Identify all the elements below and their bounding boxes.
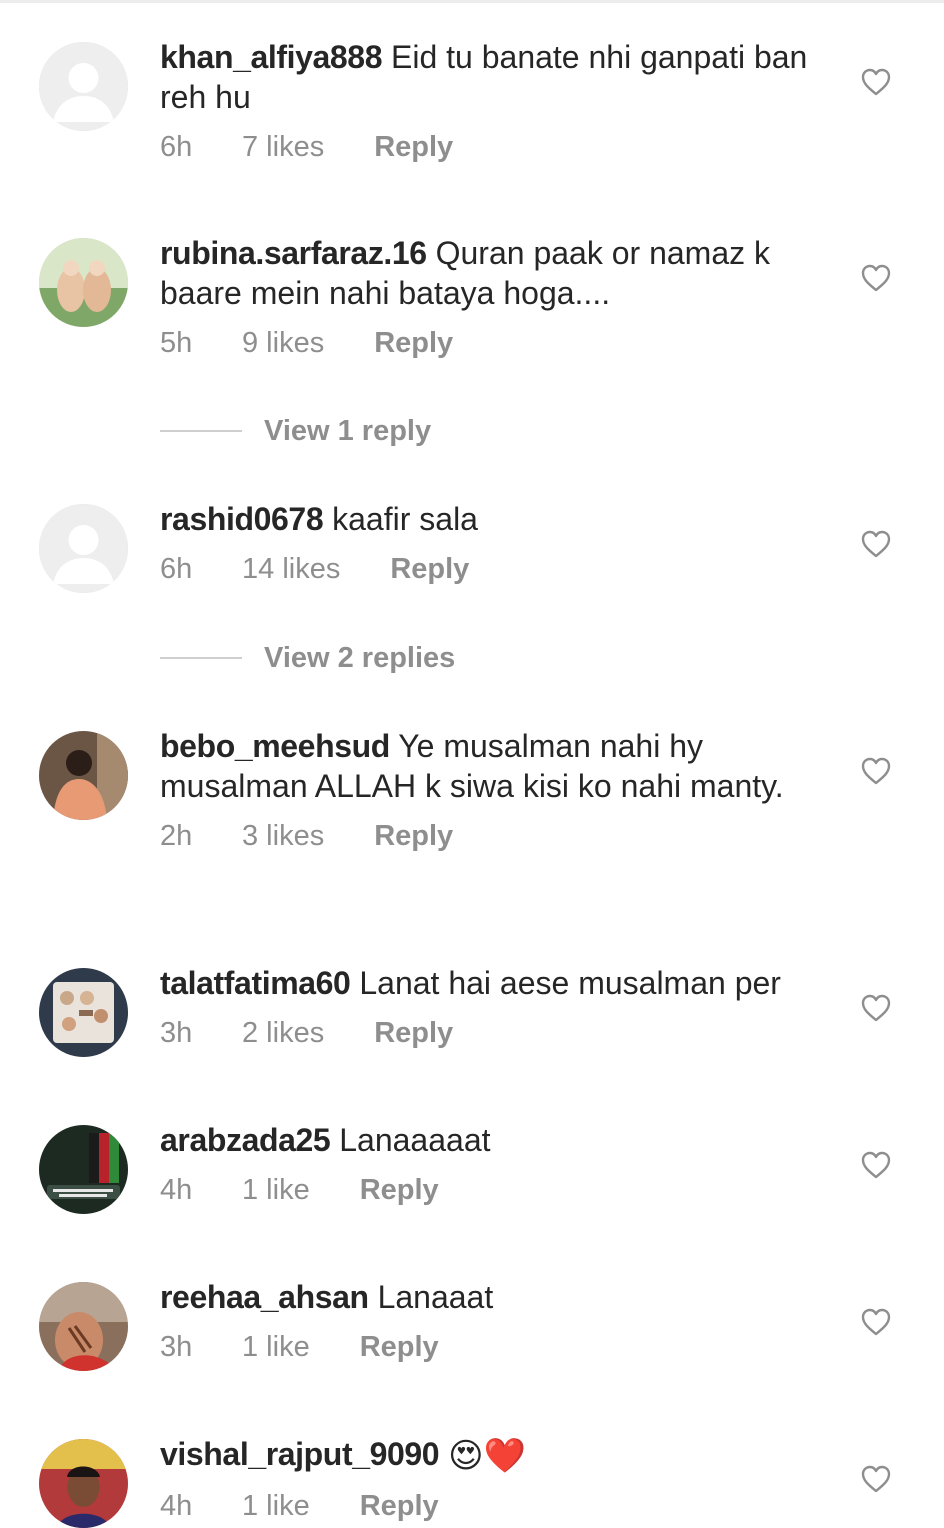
- comment-time: 6h: [160, 131, 193, 163]
- comment-meta: 5h 9 likes Reply: [160, 325, 840, 361]
- comment-likes[interactable]: 2 likes: [242, 1015, 324, 1051]
- comment-likes[interactable]: 1 like: [242, 1172, 310, 1208]
- comment-text: bebo_meehsud Ye musalman nahi hy musalma…: [160, 726, 840, 806]
- reply-button[interactable]: Reply: [360, 1488, 439, 1524]
- comment-username[interactable]: arabzada25: [160, 1122, 331, 1158]
- avatar[interactable]: [39, 968, 128, 1057]
- view-replies-label[interactable]: View 1 reply: [264, 415, 431, 448]
- comment-body: Lanaaat: [377, 1279, 494, 1315]
- comment-time: 6h: [160, 553, 193, 585]
- comment-username[interactable]: khan_alfiya888: [160, 39, 383, 75]
- comment-time: 4h: [160, 1490, 193, 1522]
- comment-text: arabzada25 Lanaaaaat: [160, 1120, 840, 1160]
- avatar[interactable]: [39, 1439, 128, 1528]
- like-heart-icon[interactable]: [860, 529, 892, 559]
- avatar[interactable]: [39, 1282, 128, 1371]
- comment-likes[interactable]: 1 like: [242, 1329, 310, 1365]
- like-heart-icon[interactable]: [860, 67, 892, 97]
- avatar[interactable]: [39, 504, 128, 593]
- comment-meta: 3h 2 likes Reply: [160, 1015, 840, 1051]
- top-divider: [0, 0, 944, 3]
- comment-text: khan_alfiya888 Eid tu banate nhi ganpati…: [160, 37, 840, 117]
- photo-avatar-icon: [39, 968, 128, 1057]
- reply-button[interactable]: Reply: [374, 1015, 453, 1051]
- comment-likes[interactable]: 14 likes: [242, 551, 340, 587]
- comment-likes[interactable]: 3 likes: [242, 818, 324, 854]
- comment-time: 4h: [160, 1174, 193, 1206]
- comment-meta: 6h 7 likes Reply: [160, 129, 840, 165]
- comment-likes[interactable]: 1 like: [242, 1488, 310, 1524]
- view-replies-divider: [160, 430, 242, 432]
- comment-body: Lanaaaaat: [339, 1122, 491, 1158]
- like-heart-icon[interactable]: [860, 1150, 892, 1180]
- comment-text: rashid0678 kaafir sala: [160, 499, 840, 539]
- comment-meta: 3h 1 like Reply: [160, 1329, 840, 1365]
- comment-likes[interactable]: 7 likes: [242, 129, 324, 165]
- reply-button[interactable]: Reply: [390, 551, 469, 587]
- reply-button[interactable]: Reply: [374, 818, 453, 854]
- avatar[interactable]: [39, 42, 128, 131]
- photo-avatar-icon: [39, 238, 128, 327]
- comment-body: kaafir sala: [332, 501, 478, 537]
- default-avatar-icon: [39, 504, 128, 593]
- photo-avatar-icon: [39, 1282, 128, 1371]
- comment-meta: 6h 14 likes Reply: [160, 551, 840, 587]
- like-heart-icon[interactable]: [860, 1464, 892, 1494]
- reply-button[interactable]: Reply: [360, 1172, 439, 1208]
- comment-text: vishal_rajput_9090 😍❤️: [160, 1434, 840, 1476]
- like-heart-icon[interactable]: [860, 993, 892, 1023]
- comments-feed: khan_alfiya888 Eid tu banate nhi ganpati…: [0, 0, 944, 1528]
- view-replies-button[interactable]: View 1 reply: [160, 411, 560, 451]
- comment-meta: 2h 3 likes Reply: [160, 818, 840, 854]
- like-heart-icon[interactable]: [860, 263, 892, 293]
- avatar[interactable]: [39, 1125, 128, 1214]
- reply-button[interactable]: Reply: [374, 325, 453, 361]
- default-avatar-icon: [39, 42, 128, 131]
- comment-text: rubina.sarfaraz.16 Quran paak or namaz k…: [160, 233, 840, 313]
- view-replies-button[interactable]: View 2 replies: [160, 638, 560, 678]
- comment-username[interactable]: talatfatima60: [160, 965, 351, 1001]
- reply-button[interactable]: Reply: [374, 129, 453, 165]
- comment-username[interactable]: bebo_meehsud: [160, 728, 390, 764]
- comment-meta: 4h 1 like Reply: [160, 1172, 840, 1208]
- comment-username[interactable]: vishal_rajput_9090: [160, 1436, 440, 1472]
- comment-meta: 4h 1 like Reply: [160, 1488, 840, 1524]
- comment-username[interactable]: rubina.sarfaraz.16: [160, 235, 427, 271]
- comment-text: reehaa_ahsan Lanaaat: [160, 1277, 840, 1317]
- view-replies-label[interactable]: View 2 replies: [264, 642, 455, 675]
- photo-avatar-icon: [39, 1439, 128, 1528]
- emoji-heart-eyes-heart-icon: 😍❤️: [448, 1437, 526, 1475]
- comment-likes[interactable]: 9 likes: [242, 325, 324, 361]
- comment-username[interactable]: rashid0678: [160, 501, 324, 537]
- photo-avatar-icon: [39, 731, 128, 820]
- like-heart-icon[interactable]: [860, 1307, 892, 1337]
- avatar[interactable]: [39, 731, 128, 820]
- comment-time: 5h: [160, 327, 193, 359]
- view-replies-divider: [160, 657, 242, 659]
- comment-time: 3h: [160, 1331, 193, 1363]
- comment-body: Lanat hai aese musalman per: [359, 965, 781, 1001]
- photo-avatar-icon: [39, 1125, 128, 1214]
- avatar[interactable]: [39, 238, 128, 327]
- comment-username[interactable]: reehaa_ahsan: [160, 1279, 369, 1315]
- comment-time: 2h: [160, 820, 193, 852]
- comment-text: talatfatima60 Lanat hai aese musalman pe…: [160, 963, 840, 1003]
- reply-button[interactable]: Reply: [360, 1329, 439, 1365]
- like-heart-icon[interactable]: [860, 756, 892, 786]
- comment-time: 3h: [160, 1017, 193, 1049]
